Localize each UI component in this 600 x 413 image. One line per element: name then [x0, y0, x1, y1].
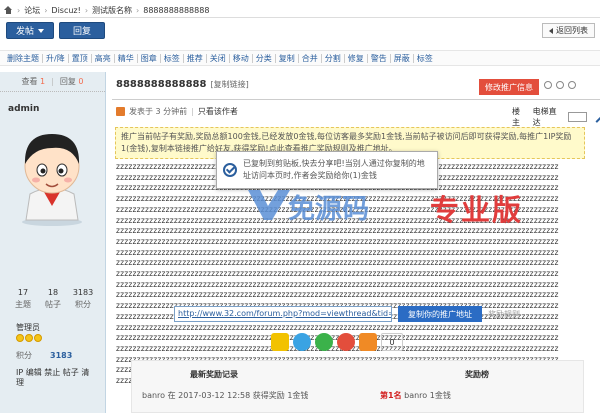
breadcrumb-item-discuz[interactable]: Discuz!: [51, 6, 80, 15]
next-thread-icon[interactable]: [568, 81, 576, 89]
toolbar-item[interactable]: 屏蔽: [391, 53, 414, 63]
floor-jump-input[interactable]: [568, 112, 587, 122]
toolbar-item[interactable]: 分割: [322, 53, 345, 63]
latest-rewards-header: 最新奖励记录: [190, 370, 238, 379]
avatar[interactable]: [10, 122, 95, 227]
title-tools: [544, 81, 576, 89]
ranking-row: 第1名 banro 1金钱: [380, 391, 451, 400]
thread-title-row: 8888888888888 [复制链接]: [116, 79, 249, 90]
content-line: zzzzzzzzzzzzzzzzzzzzzzzzzzzzzzzzzzzzzzzz…: [116, 279, 559, 289]
qzone-star-icon[interactable]: [271, 333, 289, 351]
header-divider: [0, 17, 600, 18]
content-line: zzzzzzzzzzzzzzzzzzzzzzzzzzzzzzzzzzzzzzzz…: [116, 290, 559, 300]
edit-promo-button[interactable]: 修改推广信息: [479, 79, 539, 95]
content-line: zzzzzzzzzzzzzzzzzzzzzzzzzzzzzzzzzzzzzzzz…: [116, 269, 559, 279]
author-counts: 17 主题 18 帖子 3183 积分: [8, 288, 98, 310]
back-to-list-label: 返回列表: [556, 26, 588, 35]
toolbar-item[interactable]: 置顶: [69, 53, 92, 63]
weibo-icon[interactable]: [337, 333, 355, 351]
chevron-down-icon: [38, 28, 44, 33]
breadcrumb-item-forum[interactable]: 论坛: [24, 5, 40, 16]
breadcrumb-separator: ›: [17, 5, 21, 15]
wechat-icon[interactable]: [315, 333, 333, 351]
breadcrumb-separator: ›: [84, 5, 89, 15]
breadcrumb-separator: ›: [44, 5, 48, 15]
post-meta: 发表于 3 分钟前 | 只看该作者: [116, 106, 238, 117]
rewards-panel: 最新奖励记录 奖励榜 banro 在 2017-03-12 12:58 获得奖励…: [131, 360, 584, 413]
toolbar-item[interactable]: 图章: [138, 53, 161, 63]
toolbar-item[interactable]: 修复: [345, 53, 368, 63]
breadcrumb-item-board[interactable]: 测试版名称: [92, 5, 132, 16]
watermark-logo: 免源码: [248, 190, 369, 225]
toolbar-item[interactable]: 高亮: [92, 53, 115, 63]
check-circle-icon: [223, 163, 237, 177]
copy-link[interactable]: [复制链接]: [210, 79, 248, 90]
title-divider: [112, 99, 600, 100]
content-line: zzzzzzzzzzzzzzzzzzzzzzzzzzzzzzzzzzzzzzzz…: [116, 322, 559, 332]
home-icon[interactable]: [4, 6, 13, 14]
share-bar: 0: [271, 333, 403, 351]
qq-penguin-icon[interactable]: [293, 333, 311, 351]
author-points: 积分 3183: [16, 351, 73, 360]
moderation-toolbar: 删除主题 升/降 置顶 高亮 精华 图章 标签 推荐 关闭 移动 分类 复制 合…: [0, 50, 600, 66]
author-sidebar: 查看 1 | 回复 0 admin 17 主题 18 帖子 3183 积分 管理员 积…: [0, 72, 106, 413]
user-group[interactable]: 管理员: [16, 322, 40, 333]
count-credits[interactable]: 3183 积分: [68, 288, 98, 310]
count-posts[interactable]: 18 帖子: [38, 288, 68, 310]
plus-more-icon[interactable]: [359, 333, 377, 351]
promo-row: http://www.32.com/forum.php?mod=viewthre…: [174, 306, 520, 322]
meta-separator: |: [191, 107, 194, 116]
toolbar-item[interactable]: 标签: [414, 54, 436, 63]
post-time: 发表于 3 分钟前: [129, 107, 188, 116]
jump-label: 电梯直达: [532, 107, 557, 127]
only-author-link[interactable]: 只看该作者: [198, 106, 238, 117]
rewards-ranking-header: 奖励榜: [465, 370, 489, 379]
back-to-list-button[interactable]: 返回列表: [542, 23, 595, 38]
toolbar-item[interactable]: 复制: [276, 53, 299, 63]
views-stat: 查看 1: [21, 77, 46, 86]
content-line: zzzzzzzzzzzzzzzzzzzzzzzzzzzzzzzzzzzzzzzz…: [116, 258, 559, 268]
admin-links[interactable]: IP 编辑 禁止 帖子 清理: [16, 368, 96, 388]
toolbar-item[interactable]: 移动: [230, 53, 253, 63]
copied-toast: 已复制到剪贴板,快去分享吧!当别人通过你复制的地址访问本页时,作者会奖励给你(1…: [216, 151, 438, 189]
share-count: 0: [381, 333, 403, 351]
reply-button[interactable]: 回复: [59, 22, 105, 39]
replies-stat: 回复 0: [59, 77, 84, 86]
toolbar-item[interactable]: 关闭: [207, 53, 230, 63]
watermark-brand: 免源码: [288, 194, 369, 225]
floor-label: 楼主: [512, 107, 520, 127]
jump-arrow-icon[interactable]: [590, 111, 600, 123]
copy-promo-button[interactable]: 复制你的推广地址: [398, 306, 482, 322]
breadcrumb: › 论坛 › Discuz! › 测试版名称 › 8888888888888: [4, 3, 209, 17]
breadcrumb-separator: ›: [136, 5, 140, 15]
online-badge-icon: [116, 107, 125, 116]
count-topics[interactable]: 17 主题: [8, 288, 38, 310]
new-post-label: 发帖: [15, 27, 34, 37]
print-icon[interactable]: [544, 81, 552, 89]
arrow-left-icon: [549, 27, 553, 34]
toolbar-item[interactable]: 合并: [299, 53, 322, 63]
rank-stars-icon: [16, 334, 42, 342]
promo-url-field[interactable]: http://www.32.com/forum.php?mod=viewthre…: [174, 306, 392, 322]
toolbar-item[interactable]: 删除主题: [4, 53, 43, 63]
toolbar-item[interactable]: 警告: [368, 53, 391, 63]
author-username[interactable]: admin: [8, 104, 105, 114]
toolbar-item[interactable]: 精华: [115, 53, 138, 63]
toolbar-item[interactable]: 升/降: [43, 53, 69, 63]
new-post-button[interactable]: 发帖: [6, 22, 54, 39]
floor-nav: 楼主 电梯直达: [512, 106, 600, 128]
thread-stats: 查看 1 | 回复 0: [0, 72, 105, 92]
toolbar-item[interactable]: 分类: [253, 53, 276, 63]
page-title: 8888888888888: [116, 79, 207, 90]
content-line: zzzzzzzzzzzzzzzzzzzzzzzzzzzzzzzzzzzzzzzz…: [116, 236, 559, 246]
toolbar-item[interactable]: 推荐: [184, 53, 207, 63]
toast-message: 已复制到剪贴板,快去分享吧!当别人通过你复制的地址访问本页时,作者会奖励给你(1…: [243, 159, 425, 180]
toolbar-item[interactable]: 标签: [161, 53, 184, 63]
latest-reward-row: banro 在 2017-03-12 12:58 获得奖励 1金钱: [142, 391, 309, 400]
reward-rule-link[interactable]: 奖励规则: [488, 309, 520, 320]
breadcrumb-item-thread: 8888888888888: [143, 5, 210, 15]
content-line: zzzzzzzzzzzzzzzzzzzzzzzzzzzzzzzzzzzzzzzz…: [116, 247, 559, 257]
prev-thread-icon[interactable]: [556, 81, 564, 89]
watermark-edition: 专业版: [430, 193, 524, 227]
